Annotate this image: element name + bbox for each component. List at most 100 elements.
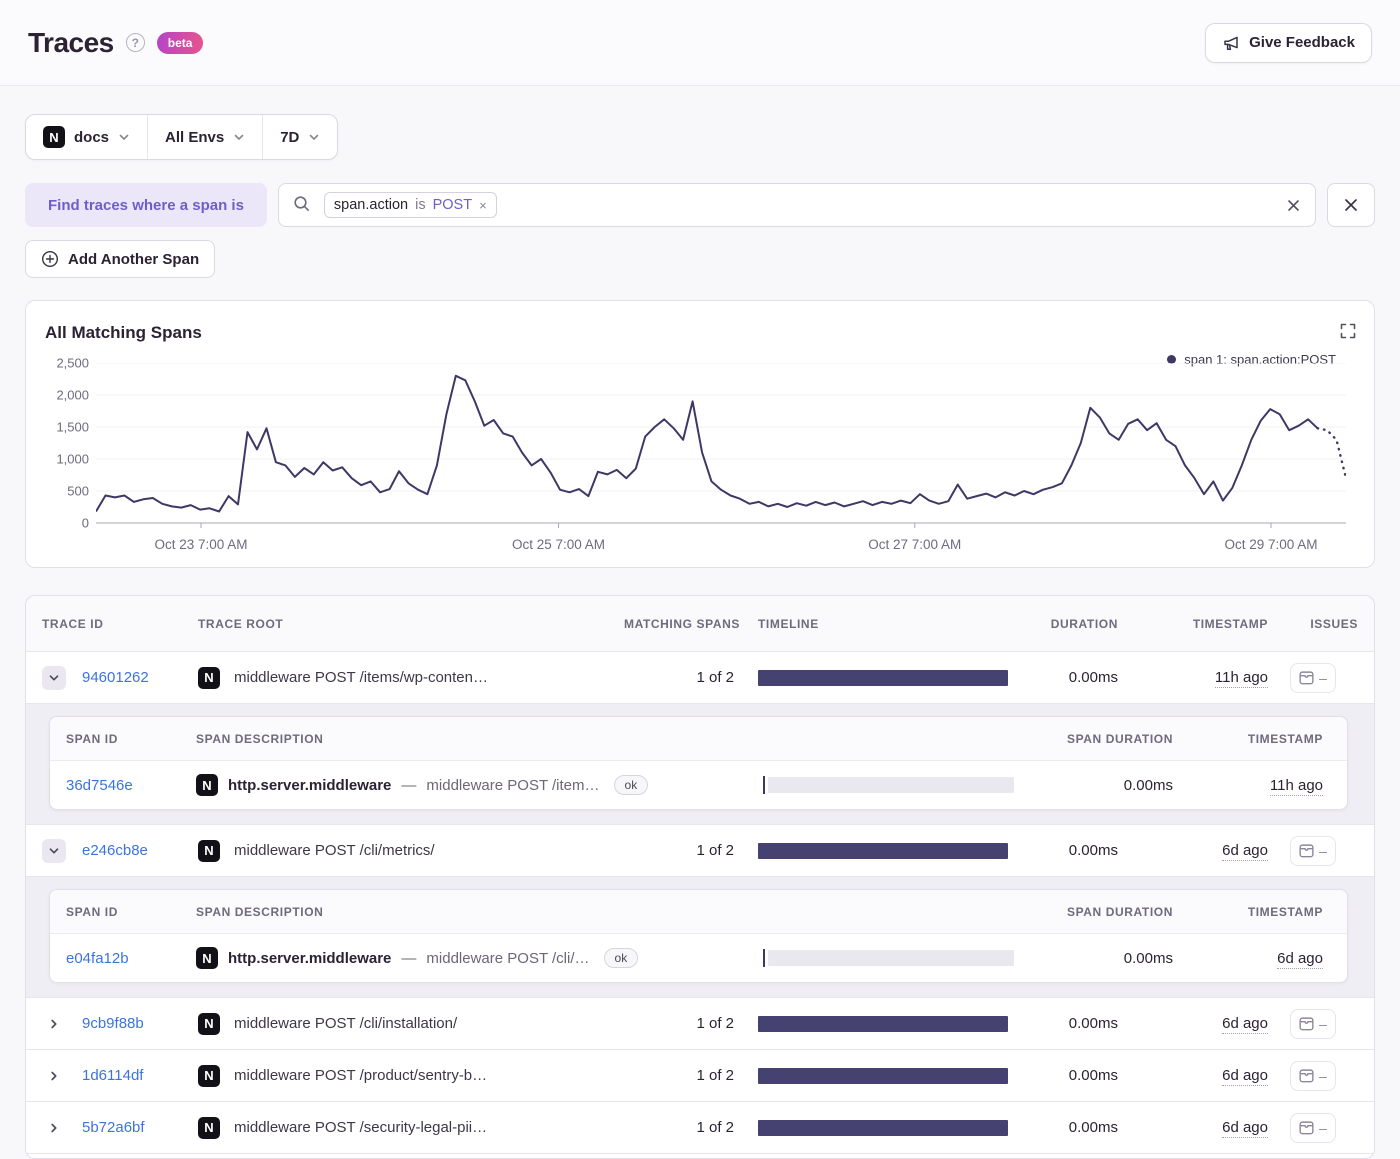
expand-row-chevron[interactable] [42, 1012, 66, 1036]
trace-id-link[interactable]: 94601262 [82, 669, 149, 686]
x-axis-tick-label: Oct 27 7:00 AM [868, 537, 962, 552]
trace-id-link[interactable]: e246cb8e [82, 842, 148, 859]
help-icon[interactable]: ? [125, 33, 145, 52]
expand-row-chevron[interactable] [42, 1116, 66, 1140]
duration-value: 0.00ms [1068, 669, 1118, 686]
issues-count: – [1319, 1119, 1327, 1136]
trace-root-label: middleware POST /items/wp-conten… [234, 669, 488, 686]
all-matching-spans-chart: All Matching Spans span 1: span.action:P… [25, 300, 1375, 568]
environment-selector-label: All Envs [165, 128, 225, 146]
add-another-span-button[interactable]: Add Another Span [25, 240, 216, 278]
timestamp-value[interactable]: 6d ago [1222, 1015, 1268, 1034]
nextjs-project-icon: N [198, 839, 220, 862]
nextjs-project-icon: N [196, 774, 218, 796]
span-timeline-tick [763, 776, 765, 794]
span-timeline-tick [763, 949, 765, 967]
issues-count: – [1319, 669, 1327, 686]
trace-root-label: middleware POST /cli/installation/ [234, 1015, 458, 1032]
timestamp-value[interactable]: 6d ago [1222, 1119, 1268, 1138]
traces-table-header: TRACE ID TRACE ROOT MATCHING SPANS TIMEL… [26, 596, 1374, 652]
spans-subtable: SPAN ID SPAN DESCRIPTION SPAN DURATION T… [49, 889, 1348, 983]
y-axis-tick-label: 2,500 [56, 355, 89, 371]
timeline-bar [758, 1067, 1008, 1084]
span-row[interactable]: e04fa12b N http.server.middleware — midd… [50, 934, 1347, 982]
nextjs-project-icon: N [43, 126, 65, 148]
trace-table-row[interactable]: e246cb8e N middleware POST /cli/metrics/… [26, 825, 1374, 877]
header-span-duration: SPAN DURATION [1066, 731, 1173, 746]
chart-y-axis: 0 500 1,000 1,500 2,000 2,500 [31, 356, 89, 531]
issues-button[interactable]: – [1290, 662, 1336, 693]
issues-count: – [1319, 842, 1327, 859]
matching-spans-count: 1 of 2 [696, 1119, 734, 1136]
page-filter-bar: N docs All Envs 7D [25, 114, 339, 160]
header-span-description: SPAN DESCRIPTION [196, 904, 324, 919]
issue-box-icon [1299, 1016, 1314, 1030]
filter-token-key: span.action [333, 197, 409, 213]
issue-box-icon [1299, 1068, 1314, 1082]
chart-title: All Matching Spans [45, 323, 202, 342]
nextjs-project-icon: N [198, 1012, 220, 1035]
y-axis-tick-label: 0 [81, 515, 89, 531]
filter-token-value: POST [432, 197, 473, 213]
timestamp-value[interactable]: 6d ago [1222, 1067, 1268, 1086]
trace-table-row[interactable]: 1d6114df N middleware POST /product/sent… [26, 1050, 1374, 1102]
span-duration-value: 0.00ms [1123, 949, 1173, 967]
span-timeline-bar [768, 950, 1014, 966]
trace-table-row[interactable]: 5b72a6bf N middleware POST /security-leg… [26, 1102, 1374, 1154]
trace-id-link[interactable]: 5b72a6bf [82, 1119, 145, 1136]
header-trace-id: TRACE ID [42, 616, 104, 631]
header-span-id: SPAN ID [66, 731, 118, 746]
timestamp-value[interactable]: 11h ago [1214, 669, 1268, 688]
header-span-timestamp: TIMESTAMP [1247, 904, 1323, 919]
timeline-bar [758, 669, 1008, 686]
page-header: Traces ? beta Give Feedback [0, 0, 1400, 86]
span-timestamp-value[interactable]: 6d ago [1277, 949, 1323, 969]
issues-button[interactable]: – [1290, 1060, 1336, 1091]
find-traces-chip: Find traces where a span is [25, 183, 267, 227]
expand-row-chevron[interactable] [42, 665, 66, 690]
expand-chart-icon[interactable] [1340, 323, 1356, 339]
date-range-selector-label: 7D [280, 128, 300, 146]
add-another-span-label: Add Another Span [68, 250, 200, 268]
trace-id-link[interactable]: 1d6114df [82, 1067, 143, 1084]
expand-row-chevron[interactable] [42, 1064, 66, 1088]
header-span-duration: SPAN DURATION [1066, 904, 1173, 919]
span-description-label: middleware POST /item… [426, 776, 600, 794]
header-trace-root: TRACE ROOT [198, 616, 284, 631]
span-status-badge: ok [613, 775, 649, 795]
span-row[interactable]: 36d7546e N http.server.middleware — midd… [50, 761, 1347, 809]
timeline-bar [758, 1119, 1008, 1136]
header-span-id: SPAN ID [66, 904, 118, 919]
environment-selector[interactable]: All Envs [147, 115, 262, 159]
project-selector[interactable]: N docs [26, 115, 147, 159]
span-search-input[interactable]: span.action is POST × [277, 183, 1316, 227]
trace-table-row[interactable]: 94601262 N middleware POST /items/wp-con… [26, 652, 1374, 704]
issue-box-icon [1299, 843, 1314, 857]
header-duration: DURATION [1050, 616, 1118, 631]
timestamp-value[interactable]: 6d ago [1222, 842, 1268, 861]
date-range-selector[interactable]: 7D [262, 115, 337, 159]
trace-table-row[interactable]: 9cb9f88b N middleware POST /cli/installa… [26, 998, 1374, 1050]
filter-token[interactable]: span.action is POST × [323, 192, 497, 218]
chart-plot-area [96, 363, 1346, 529]
span-id-link[interactable]: 36d7546e [66, 777, 133, 794]
clear-search-icon[interactable] [1286, 198, 1301, 213]
issues-button[interactable]: – [1290, 1008, 1336, 1039]
span-timestamp-value[interactable]: 11h ago [1269, 776, 1323, 796]
spans-subtable-header: SPAN ID SPAN DESCRIPTION SPAN DURATION T… [50, 717, 1347, 761]
issues-button[interactable]: – [1290, 1112, 1336, 1143]
trace-id-link[interactable]: 9cb9f88b [82, 1015, 144, 1032]
give-feedback-button[interactable]: Give Feedback [1205, 22, 1372, 63]
remove-token-icon[interactable]: × [479, 198, 487, 213]
matching-spans-count: 1 of 2 [696, 669, 734, 686]
delete-span-query-button[interactable] [1327, 183, 1375, 227]
span-id-link[interactable]: e04fa12b [66, 950, 129, 967]
expand-row-chevron[interactable] [42, 838, 66, 863]
beta-badge: beta [156, 31, 204, 54]
x-axis-tick-label: Oct 25 7:00 AM [511, 537, 606, 552]
filter-token-operator: is [415, 197, 426, 213]
issues-button[interactable]: – [1290, 835, 1336, 866]
matching-spans-count: 1 of 2 [696, 1015, 734, 1032]
span-description-label: middleware POST /cli/… [426, 949, 590, 967]
duration-value: 0.00ms [1068, 1119, 1118, 1136]
